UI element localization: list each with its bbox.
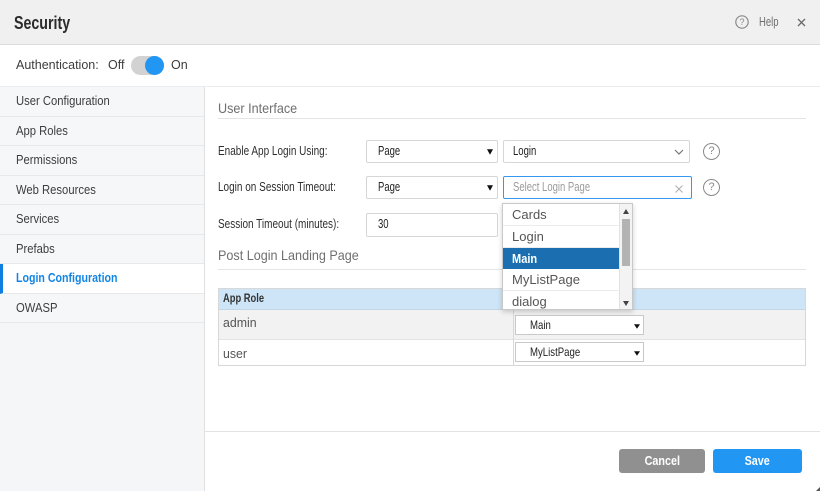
svg-text:?: ?: [739, 17, 744, 27]
